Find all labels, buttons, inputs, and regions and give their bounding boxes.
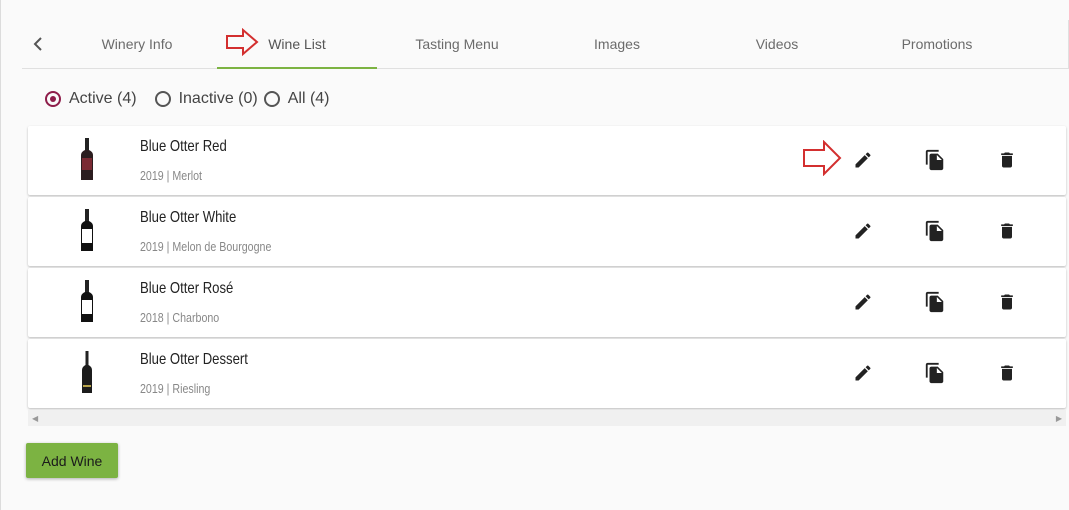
copy-icon (925, 149, 944, 171)
duplicate-button[interactable] (921, 288, 949, 316)
callout-arrow-icon (803, 140, 842, 176)
red-wine-bottle-icon (81, 138, 93, 180)
trash-icon (1001, 223, 1013, 239)
filter-active-label: Active (4) (69, 90, 137, 107)
radio-unchecked-icon (263, 91, 280, 107)
wine-row[interactable]: Blue Otter Red 2019 | Merlot (28, 126, 1066, 195)
wine-vintage-varietal: 2019 | Merlot (140, 168, 203, 183)
delete-button[interactable] (993, 146, 1021, 174)
pencil-icon (855, 365, 871, 381)
radio-unchecked-icon (154, 91, 171, 107)
tab-bar: Winery Info Wine List Tasting Menu Image… (22, 20, 1069, 69)
filter-all-radio[interactable]: All (4) (263, 90, 330, 108)
wine-name: Blue Otter Red (140, 138, 227, 155)
scroll-right-icon[interactable]: ▶ (1056, 414, 1062, 423)
pencil-icon (855, 294, 871, 310)
filter-inactive-label: Inactive (0) (178, 90, 258, 107)
filter-inactive-radio[interactable]: Inactive (0) (154, 90, 258, 108)
delete-button[interactable] (993, 288, 1021, 316)
tab-winery-info[interactable]: Winery Info (57, 20, 217, 68)
wine-row[interactable]: Blue Otter Rosé 2018 | Charbono (28, 268, 1066, 337)
edit-button[interactable] (849, 146, 877, 174)
rose-wine-bottle-icon (81, 280, 93, 322)
horizontal-scrollbar[interactable]: ◀ ▶ (28, 410, 1066, 426)
trash-icon (1001, 365, 1013, 381)
trash-icon (1001, 152, 1013, 168)
status-filter: Active (4) Inactive (0) All (4) (45, 88, 336, 110)
wine-row[interactable]: Blue Otter Dessert 2019 | Riesling (28, 339, 1066, 408)
tabs-back-chevron-icon[interactable] (28, 32, 48, 56)
copy-icon (925, 362, 944, 384)
add-wine-button[interactable]: Add Wine (26, 443, 118, 478)
radio-checked-icon (45, 91, 61, 107)
duplicate-button[interactable] (921, 146, 949, 174)
wine-name: Blue Otter Rosé (140, 280, 234, 297)
copy-icon (925, 291, 944, 313)
dessert-wine-bottle-icon (82, 351, 92, 393)
duplicate-button[interactable] (921, 359, 949, 387)
delete-button[interactable] (993, 217, 1021, 245)
wine-vintage-varietal: 2018 | Charbono (140, 310, 220, 325)
edit-button[interactable] (849, 359, 877, 387)
filter-active-radio[interactable]: Active (4) (45, 90, 137, 108)
duplicate-button[interactable] (921, 217, 949, 245)
pencil-icon (855, 223, 871, 239)
callout-arrow-icon (226, 28, 259, 56)
wine-vintage-varietal: 2019 | Melon de Bourgogne (140, 239, 272, 254)
edit-button[interactable] (849, 217, 877, 245)
tab-promotions[interactable]: Promotions (857, 20, 1017, 68)
scroll-left-icon[interactable]: ◀ (32, 414, 38, 423)
trash-icon (1001, 294, 1013, 310)
white-wine-bottle-icon (81, 209, 93, 251)
wine-name: Blue Otter White (140, 209, 237, 226)
pencil-icon (855, 152, 871, 168)
tab-videos[interactable]: Videos (697, 20, 857, 68)
filter-all-label: All (4) (287, 90, 330, 107)
wine-row[interactable]: Blue Otter White 2019 | Melon de Bourgog… (28, 197, 1066, 266)
page-left-border (0, 0, 1, 510)
wine-vintage-varietal: 2019 | Riesling (140, 381, 211, 396)
delete-button[interactable] (993, 359, 1021, 387)
tab-tasting-menu[interactable]: Tasting Menu (377, 20, 537, 68)
wine-name: Blue Otter Dessert (140, 351, 248, 368)
tab-images[interactable]: Images (537, 20, 697, 68)
copy-icon (925, 220, 944, 242)
edit-button[interactable] (849, 288, 877, 316)
